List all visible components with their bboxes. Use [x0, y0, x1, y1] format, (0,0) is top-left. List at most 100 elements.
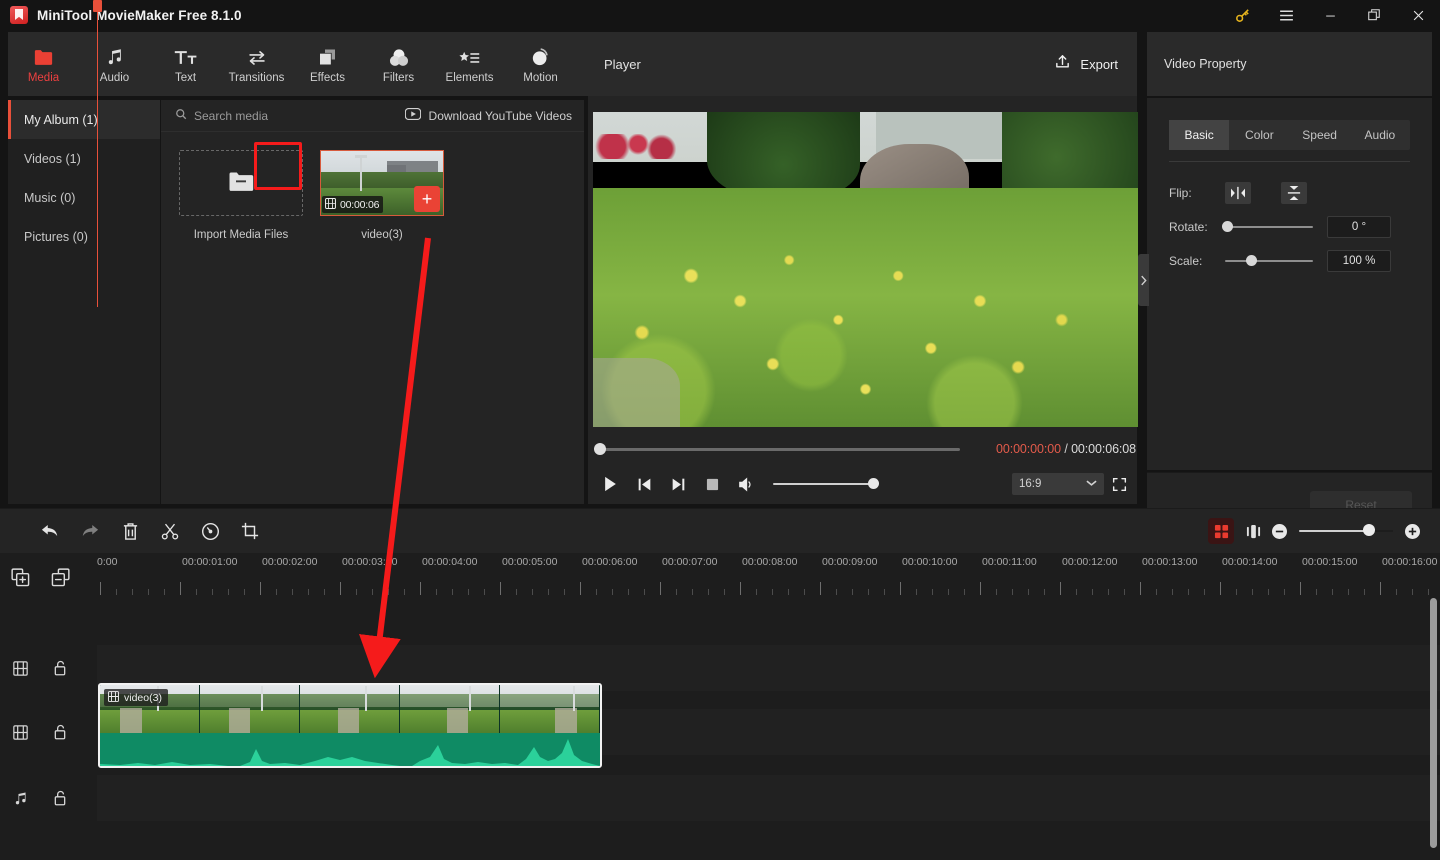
add-to-timeline-button[interactable]: +	[414, 186, 440, 212]
redo-button[interactable]	[70, 509, 110, 554]
tab-basic[interactable]: Basic	[1169, 120, 1230, 150]
video-preview[interactable]	[593, 112, 1138, 427]
ruler-minor-tick	[356, 589, 357, 595]
timeline-clip-video3[interactable]: video(3)	[98, 683, 602, 768]
filters-droplets-icon	[388, 45, 410, 67]
restore-icon[interactable]	[1352, 0, 1396, 30]
seek-slider[interactable]	[594, 443, 960, 455]
undo-button[interactable]	[30, 509, 70, 554]
ruler-minor-tick	[484, 589, 485, 595]
rotate-slider[interactable]	[1222, 220, 1313, 232]
delete-button[interactable]	[110, 509, 150, 554]
media-duration-text: 00:00:06	[340, 198, 380, 211]
current-time: 00:00:00:00	[996, 442, 1061, 456]
minus-circle-icon[interactable]	[1272, 523, 1287, 539]
close-icon[interactable]	[1396, 0, 1440, 30]
sidebar-item-my-album[interactable]: My Album (1)	[8, 100, 160, 139]
minimize-icon[interactable]	[1308, 0, 1352, 30]
timeline-vertical-scrollbar[interactable]	[1430, 598, 1437, 848]
tab-audio[interactable]: Audio	[79, 32, 150, 96]
ruler-minor-tick	[436, 589, 437, 595]
plus-circle-icon[interactable]	[1405, 523, 1420, 539]
search-input[interactable]: Search media	[175, 107, 268, 125]
ruler-minor-tick	[1412, 589, 1413, 595]
tab-elements[interactable]: Elements	[434, 32, 505, 96]
unlock-icon[interactable]	[40, 724, 80, 740]
chevron-right-icon[interactable]	[1138, 254, 1149, 306]
unlock-icon[interactable]	[40, 790, 80, 806]
ruler-minor-tick	[852, 589, 853, 595]
next-frame-button[interactable]	[661, 469, 695, 499]
ruler-minor-tick	[884, 589, 885, 595]
tab-speed[interactable]: Speed	[1290, 120, 1350, 150]
scale-handle[interactable]	[1246, 254, 1257, 266]
download-youtube-button[interactable]: Download YouTube Videos	[404, 107, 572, 125]
tab-basic-label: Basic	[1184, 128, 1214, 142]
track-band-3[interactable]	[97, 775, 1440, 821]
fullscreen-icon[interactable]	[1104, 469, 1134, 499]
zoom-handle[interactable]	[1362, 524, 1375, 537]
volume-handle[interactable]	[868, 477, 879, 489]
fit-width-icon[interactable]	[1240, 518, 1266, 544]
key-icon[interactable]	[1220, 0, 1264, 30]
volume-button[interactable]	[729, 469, 763, 499]
scale-slider[interactable]	[1225, 254, 1313, 266]
crop-button[interactable]	[230, 509, 270, 554]
add-track-icon[interactable]	[0, 567, 40, 587]
ruler-minor-tick	[564, 589, 565, 595]
stop-button[interactable]	[695, 469, 729, 499]
import-media-dropzone[interactable]	[179, 150, 303, 216]
tab-effects[interactable]: Effects	[292, 32, 363, 96]
export-button[interactable]: Export	[1054, 53, 1118, 75]
export-label: Export	[1080, 56, 1118, 72]
tab-effects-label: Effects	[310, 71, 345, 84]
timeline-ruler[interactable]: 0:00 00:00:01:00 00:00:02:00 00:00:03:00 00:…	[97, 553, 1440, 601]
tab-audio-prop[interactable]: Audio	[1350, 120, 1410, 150]
tab-filters[interactable]: Filters	[363, 32, 434, 96]
ruler-label: 00:00:09:00	[822, 556, 878, 568]
flip-horizontal-icon[interactable]	[1225, 182, 1251, 204]
tab-motion[interactable]: Motion	[505, 32, 576, 96]
transitions-arrows-icon	[246, 45, 268, 67]
sidebar-item-music[interactable]: Music (0)	[8, 178, 160, 217]
ruler-minor-tick	[1364, 589, 1365, 595]
tab-transitions-label: Transitions	[228, 71, 285, 84]
play-button[interactable]	[593, 469, 627, 499]
tab-speed-label: Speed	[1302, 128, 1337, 142]
media-item-video3[interactable]: 00:00:06 + video(3)	[254, 142, 444, 241]
flip-vertical-icon[interactable]	[1281, 182, 1307, 204]
volume-slider[interactable]	[773, 477, 879, 489]
sidebar-item-videos[interactable]: Videos (1)	[8, 139, 160, 178]
ruler-major-tick	[340, 582, 341, 595]
previous-frame-button[interactable]	[627, 469, 661, 499]
import-media-cell[interactable]: Import Media Files	[179, 150, 303, 241]
remove-track-icon[interactable]	[40, 567, 80, 587]
sidebar-item-pictures[interactable]: Pictures (0)	[8, 217, 160, 256]
tab-transitions[interactable]: Transitions	[221, 32, 292, 96]
speed-button[interactable]	[190, 509, 230, 554]
aspect-ratio-select[interactable]: 16:9	[1012, 473, 1104, 495]
seek-handle[interactable]	[594, 443, 606, 455]
rotate-value[interactable]: 0 °	[1327, 216, 1391, 238]
ruler-major-tick	[820, 582, 821, 595]
ruler-minor-tick	[532, 589, 533, 595]
unlock-icon[interactable]	[40, 660, 80, 676]
zoom-slider[interactable]	[1299, 524, 1393, 537]
rotate-handle[interactable]	[1222, 220, 1233, 232]
audio-track-1-header	[0, 775, 97, 821]
tab-audio-prop-label: Audio	[1364, 128, 1396, 142]
tab-text[interactable]: Text	[150, 32, 221, 96]
tab-media[interactable]: Media	[8, 32, 79, 96]
tab-color[interactable]: Color	[1229, 120, 1289, 150]
scale-label: Scale:	[1169, 254, 1203, 268]
media-thumbnail-wrap[interactable]: 00:00:06 +	[320, 150, 444, 216]
playhead[interactable]	[93, 0, 102, 307]
ruler-minor-tick	[468, 589, 469, 595]
split-button[interactable]	[150, 509, 190, 554]
media-panel: Search media Download YouTube Videos Imp…	[161, 100, 584, 504]
scale-value[interactable]: 100 %	[1327, 250, 1391, 272]
menu-icon[interactable]	[1264, 0, 1308, 30]
window-controls	[1220, 0, 1440, 30]
keyframe-grid-icon[interactable]	[1208, 518, 1234, 544]
ruler-minor-tick	[116, 589, 117, 595]
